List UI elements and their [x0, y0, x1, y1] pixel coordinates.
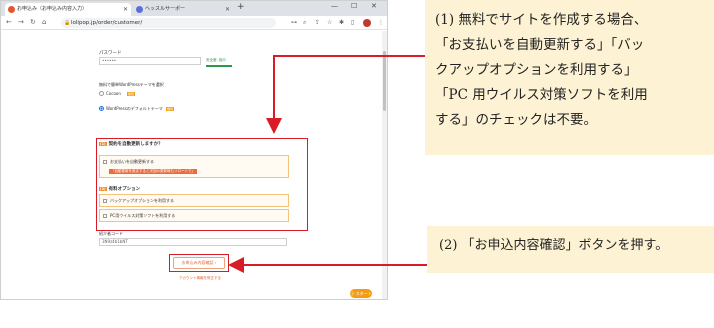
tab-bar: お申込み（お申込み内容入力） ✕ ヘッスルサーポー ✕ + — ☐ ✕	[1, 1, 387, 16]
password-strength: 安全度: 強中	[206, 58, 226, 62]
wordpress-theme-label: 無料で簡単WordPressテーマを選択	[99, 82, 164, 87]
start-button[interactable]: ⓢ スタート	[350, 289, 372, 298]
callout-1-line: 「お支払いを自動更新する」「バッ	[435, 37, 645, 53]
strength-bar	[206, 65, 232, 67]
order-form-page: パスワード •••••• 安全度: 強中 無料で簡単WordPressテーマを選…	[1, 31, 387, 299]
reload-icon[interactable]: ↻	[30, 18, 36, 26]
callout-1-line: 「PC 用ウイルス対策ソフトを利用	[435, 87, 648, 103]
close-icon[interactable]: ✕	[225, 3, 230, 16]
share-icon[interactable]: ⇪	[315, 19, 320, 26]
lock-icon: 🔒	[64, 20, 71, 26]
highlight-frame-confirm	[169, 254, 229, 272]
promo-code-label: 紹介者コード	[99, 231, 123, 236]
password-label: パスワード	[99, 51, 122, 56]
star-icon[interactable]: ☆	[327, 19, 332, 26]
promo-code-input[interactable]: 3N9z4b1bNT	[99, 238, 287, 246]
tab-second[interactable]: ヘッスルサーポー ✕	[133, 3, 233, 16]
browser-toolbar: ← → ↻ ⌂ 🔒 lolipop.jp/order/customer/ ⊶ ⌕…	[1, 16, 387, 30]
callout-1-line: する」のチェックは不要。	[435, 112, 597, 128]
close-icon[interactable]: ✕	[123, 3, 128, 16]
back-arrow-icon[interactable]: ←	[6, 18, 12, 26]
browser-window: お申込み（お申込み内容入力） ✕ ヘッスルサーポー ✕ + — ☐ ✕ ← → …	[0, 0, 388, 300]
callout-step-1: (1) 無料でサイトを作成する場合、 「お支払いを自動更新する」「バッ クアップ…	[425, 0, 714, 155]
forward-arrow-icon[interactable]: →	[18, 18, 24, 26]
extensions-icon[interactable]: ✱	[339, 19, 344, 26]
callout-step-2: (2) 「お申込内容確認」ボタンを押す。	[427, 226, 714, 273]
radio-cocoon[interactable]	[99, 91, 104, 96]
tab-order-label: お申込み（お申込み内容入力）	[17, 6, 88, 12]
recommend-badge: 推奨	[166, 107, 175, 111]
highlight-frame-options	[96, 138, 308, 231]
key-icon[interactable]: ⊶	[291, 19, 297, 26]
radio-cocoon-label: Cocoon	[106, 91, 121, 96]
page-favicon-icon	[136, 6, 143, 13]
window-close-button[interactable]: ✕	[371, 2, 377, 10]
lolipop-favicon-icon	[8, 6, 15, 13]
password-input[interactable]: ••••••	[99, 57, 201, 65]
radio-default-theme[interactable]	[99, 106, 104, 111]
edit-account-link[interactable]: アカウント情報を修正する	[179, 276, 221, 281]
profile-avatar[interactable]	[363, 19, 371, 27]
zoom-icon[interactable]: ⌕	[303, 19, 306, 27]
maximize-button[interactable]: ☐	[351, 2, 357, 10]
callout-1-line: クアップオプションを利用する」	[435, 62, 638, 78]
new-tab-button[interactable]: +	[237, 2, 245, 12]
sidepanel-icon[interactable]: ▯	[351, 19, 354, 26]
url-text: lolipop.jp/order/customer/	[71, 20, 143, 26]
tab-second-label: ヘッスルサーポー	[145, 6, 186, 12]
tab-order[interactable]: お申込み（お申込み内容入力） ✕	[5, 3, 131, 16]
callout-2-text: (2) 「お申込内容確認」ボタンを押す。	[439, 238, 669, 253]
home-icon[interactable]: ⌂	[42, 18, 46, 26]
radio-default-theme-label: WordPressのデフォルトテーマ	[106, 106, 163, 111]
menu-icon[interactable]: ⋮	[378, 19, 384, 26]
minimize-button[interactable]: —	[331, 2, 338, 10]
scrollbar-thumb[interactable]	[383, 51, 386, 111]
recommend-badge: 推奨	[127, 92, 136, 96]
page-scrollbar[interactable]	[382, 31, 387, 299]
callout-1-line: (1) 無料でサイトを作成する場合、	[435, 12, 648, 28]
address-bar[interactable]: 🔒 lolipop.jp/order/customer/	[61, 18, 276, 28]
